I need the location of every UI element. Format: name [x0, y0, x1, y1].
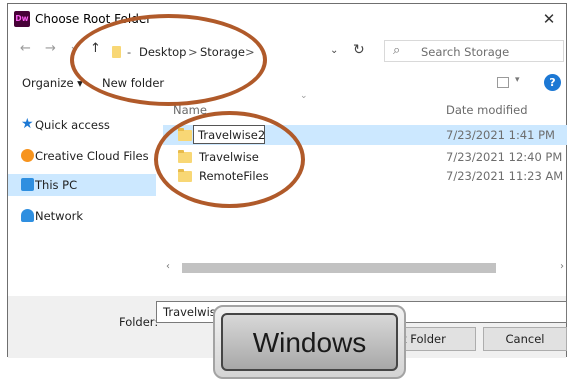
view-options-icon[interactable] [497, 77, 509, 88]
view-dropdown-icon[interactable]: ▾ [515, 75, 520, 85]
sidebar-item-this-pc[interactable]: This PC [8, 174, 156, 196]
sidebar-item-label: Quick access [35, 118, 110, 132]
folder-label: Folder: [119, 315, 159, 329]
sidebar-item-label: Creative Cloud Files [35, 149, 149, 163]
sort-indicator-icon: ⌄ [300, 91, 308, 101]
file-date: 7/23/2021 1:41 PM [446, 128, 555, 142]
file-date: 7/23/2021 12:40 PM [446, 150, 563, 164]
horizontal-scrollbar[interactable]: ‹ › [163, 260, 567, 276]
refresh-icon[interactable]: ↻ [353, 42, 365, 58]
computer-icon [21, 178, 34, 191]
scroll-left-arrow-icon[interactable]: ‹ [166, 261, 170, 272]
annotation-oval-address-bar [70, 14, 267, 106]
close-button[interactable]: ✕ [532, 4, 566, 34]
scrollbar-thumb[interactable] [182, 263, 496, 273]
help-icon[interactable]: ? [544, 74, 561, 91]
sidebar-item-label: Network [35, 209, 84, 223]
dreamweaver-app-icon: Dw [14, 11, 30, 27]
file-date: 7/23/2021 11:23 AM [446, 169, 564, 183]
star-icon: ★ [21, 116, 34, 132]
network-icon [21, 209, 34, 222]
search-placeholder: Search Storage [421, 45, 510, 59]
title-bar: Dw Choose Root Folder ✕ [8, 4, 566, 34]
sidebar-item-label: This PC [35, 178, 78, 192]
sidebar-item-quick-access[interactable]: ★ Quick access [8, 114, 156, 136]
scroll-right-arrow-icon[interactable]: › [560, 261, 564, 272]
windows-label-badge: Windows [213, 305, 406, 379]
navigation-pane: ★ Quick access Creative Cloud Files This… [8, 100, 158, 296]
creative-cloud-icon [21, 149, 34, 162]
address-dropdown-icon[interactable]: ⌄ [330, 45, 338, 56]
badge-text: Windows [221, 313, 398, 371]
search-icon: ⌕ [393, 43, 401, 58]
sidebar-item-network[interactable]: Network [8, 205, 156, 227]
annotation-oval-rename [154, 111, 305, 208]
column-header-date-modified[interactable]: Date modified [446, 103, 528, 117]
cancel-button[interactable]: Cancel [483, 327, 567, 351]
forward-arrow-icon[interactable]: → [45, 41, 56, 56]
back-arrow-icon[interactable]: ← [20, 41, 31, 56]
search-input[interactable]: ⌕ Search Storage [384, 40, 564, 62]
sidebar-item-creative-cloud-files[interactable]: Creative Cloud Files [8, 145, 156, 167]
organize-menu-button[interactable]: Organize ▾ [22, 76, 83, 90]
